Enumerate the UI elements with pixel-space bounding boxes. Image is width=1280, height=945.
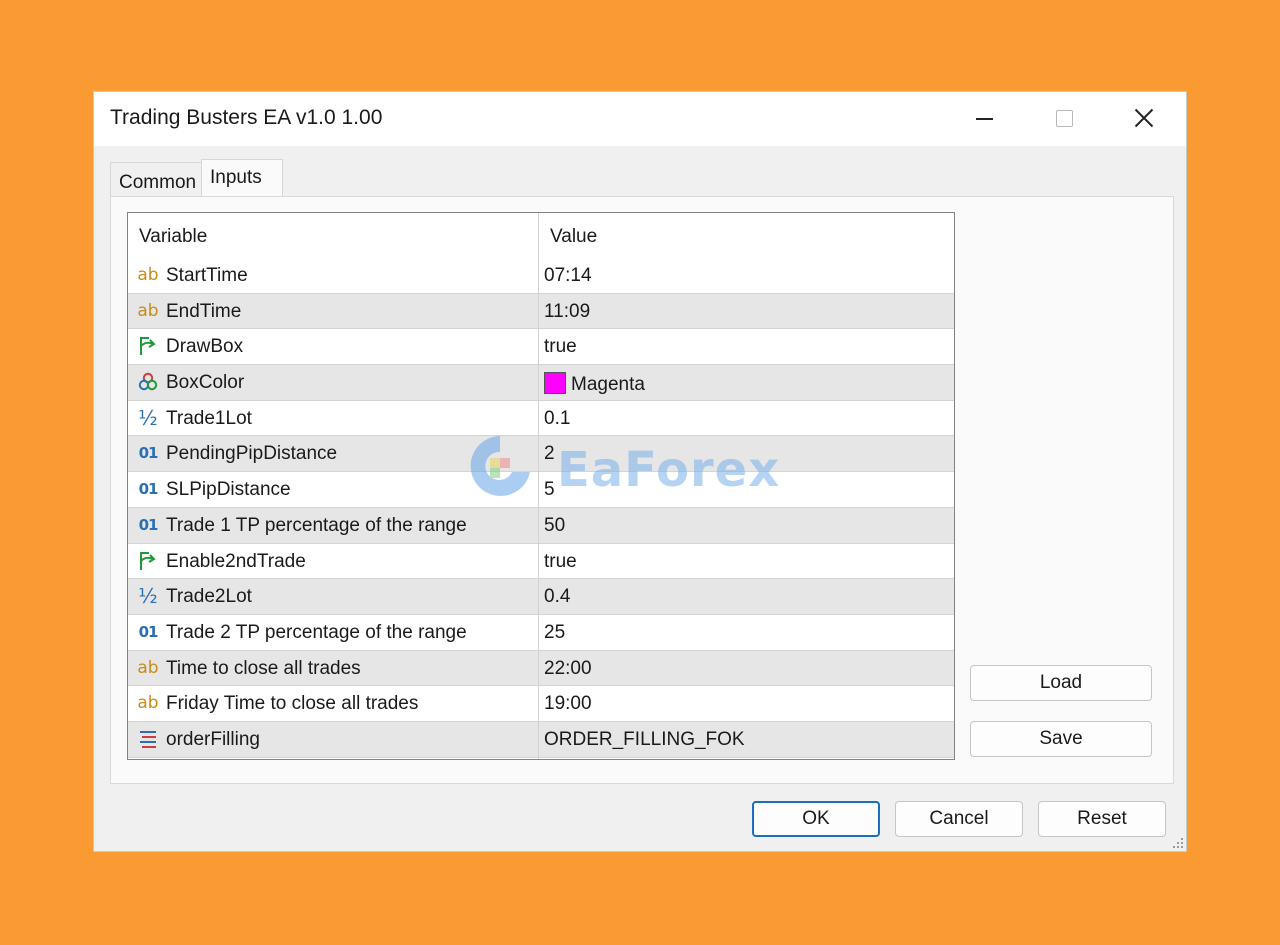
variable-name: Time to close all trades: [166, 657, 361, 679]
integer-icon: 01: [138, 622, 159, 641]
string-icon: ab: [137, 300, 159, 321]
minimize-button[interactable]: [944, 92, 1024, 144]
variable-name: Enable2ndTrade: [166, 550, 306, 572]
variable-name: Trade2Lot: [166, 586, 252, 608]
enum-icon: [137, 728, 159, 750]
variable-name: Trade 2 TP percentage of the range: [166, 621, 467, 643]
close-icon: [1134, 108, 1154, 128]
table-row[interactable]: 01 Trade 2 TP percentage of the range 25: [128, 614, 954, 651]
grid-header: Variable Value: [128, 213, 954, 258]
table-row[interactable]: DrawBox true: [128, 329, 954, 366]
variable-value[interactable]: 5: [544, 479, 555, 501]
table-row[interactable]: 01 SLPipDistance 5: [128, 472, 954, 508]
table-row[interactable]: 01 PendingPipDistance 2: [128, 436, 954, 473]
color-icon: [137, 371, 159, 393]
variable-value[interactable]: 25: [544, 622, 565, 644]
reset-button[interactable]: Reset: [1038, 801, 1166, 837]
variable-value[interactable]: 0.1: [544, 408, 570, 430]
table-row[interactable]: ab Friday Time to close all trades 19:00: [128, 686, 954, 722]
close-button[interactable]: [1104, 92, 1184, 144]
variable-name: Trade 1 TP percentage of the range: [166, 514, 467, 536]
title-bar[interactable]: Trading Busters EA v1.0 1.00: [94, 92, 1186, 146]
variable-name: BoxColor: [166, 372, 245, 394]
table-row[interactable]: BoxColor Magenta: [128, 365, 954, 401]
column-divider: [538, 213, 539, 759]
integer-icon: 01: [138, 480, 159, 499]
double-icon: ½: [138, 584, 158, 609]
variable-value[interactable]: 2: [544, 443, 555, 465]
dialog-window: Trading Busters EA v1.0 1.00 Common Inpu…: [93, 91, 1187, 852]
inputs-grid: Variable Value ab StartTime 07:14 ab EndTime…: [127, 212, 955, 760]
maximize-icon: [1055, 109, 1073, 127]
variable-name: orderFilling: [166, 728, 260, 750]
save-button[interactable]: Save: [970, 721, 1152, 757]
minimize-icon: [975, 118, 993, 120]
bool-icon: [137, 335, 159, 357]
column-header-value[interactable]: Value: [550, 226, 597, 248]
table-row[interactable]: ab EndTime 11:09: [128, 293, 954, 330]
variable-value[interactable]: 0.4: [544, 586, 570, 608]
column-header-variable[interactable]: Variable: [139, 226, 207, 248]
variable-name: StartTime: [166, 265, 248, 286]
variable-name: Trade1Lot: [166, 407, 252, 429]
variable-value[interactable]: 19:00: [544, 693, 592, 715]
variable-value[interactable]: 22:00: [544, 658, 592, 680]
maximize-button[interactable]: [1024, 92, 1104, 144]
variable-name: SLPipDistance: [166, 479, 291, 501]
variable-name: DrawBox: [166, 336, 244, 358]
load-button[interactable]: Load: [970, 665, 1152, 701]
table-row[interactable]: ½ Trade2Lot 0.4: [128, 579, 954, 615]
variable-value[interactable]: Magenta: [544, 372, 645, 396]
tab-inputs[interactable]: Inputs: [201, 159, 283, 197]
string-icon: ab: [137, 693, 159, 714]
window-title: Trading Busters EA v1.0 1.00: [110, 106, 383, 129]
ok-button[interactable]: OK: [752, 801, 880, 837]
variable-value[interactable]: 11:09: [544, 301, 590, 323]
double-icon: ½: [138, 405, 158, 430]
variable-name: EndTime: [166, 300, 242, 322]
variable-value[interactable]: true: [544, 336, 577, 358]
table-row[interactable]: ab StartTime 07:14: [128, 258, 954, 294]
resize-grip[interactable]: [1171, 836, 1183, 848]
variable-value[interactable]: 50: [544, 515, 565, 537]
table-row[interactable]: orderFilling ORDER_FILLING_FOK: [128, 721, 954, 758]
integer-icon: 01: [138, 515, 159, 534]
variable-name: PendingPipDistance: [166, 443, 338, 465]
tab-common[interactable]: Common: [110, 162, 202, 196]
table-row[interactable]: ½ Trade1Lot 0.1: [128, 400, 954, 437]
string-icon: ab: [137, 657, 159, 678]
string-icon: ab: [137, 265, 159, 285]
cancel-button[interactable]: Cancel: [895, 801, 1023, 837]
integer-icon: 01: [138, 444, 159, 463]
grid-rows: ab StartTime 07:14 ab EndTime 11:09 DrawBox tru…: [128, 258, 954, 758]
bool-icon: [137, 550, 159, 572]
variable-name: Friday Time to close all trades: [166, 693, 419, 715]
variable-value[interactable]: ORDER_FILLING_FOK: [544, 729, 745, 751]
variable-value[interactable]: true: [544, 551, 577, 573]
color-swatch: [544, 372, 566, 395]
table-row[interactable]: ab Time to close all trades 22:00: [128, 650, 954, 687]
color-name: Magenta: [571, 374, 645, 396]
variable-value[interactable]: 07:14: [544, 265, 592, 287]
table-row[interactable]: 01 Trade 1 TP percentage of the range 50: [128, 507, 954, 544]
table-row[interactable]: Enable2ndTrade true: [128, 543, 954, 580]
